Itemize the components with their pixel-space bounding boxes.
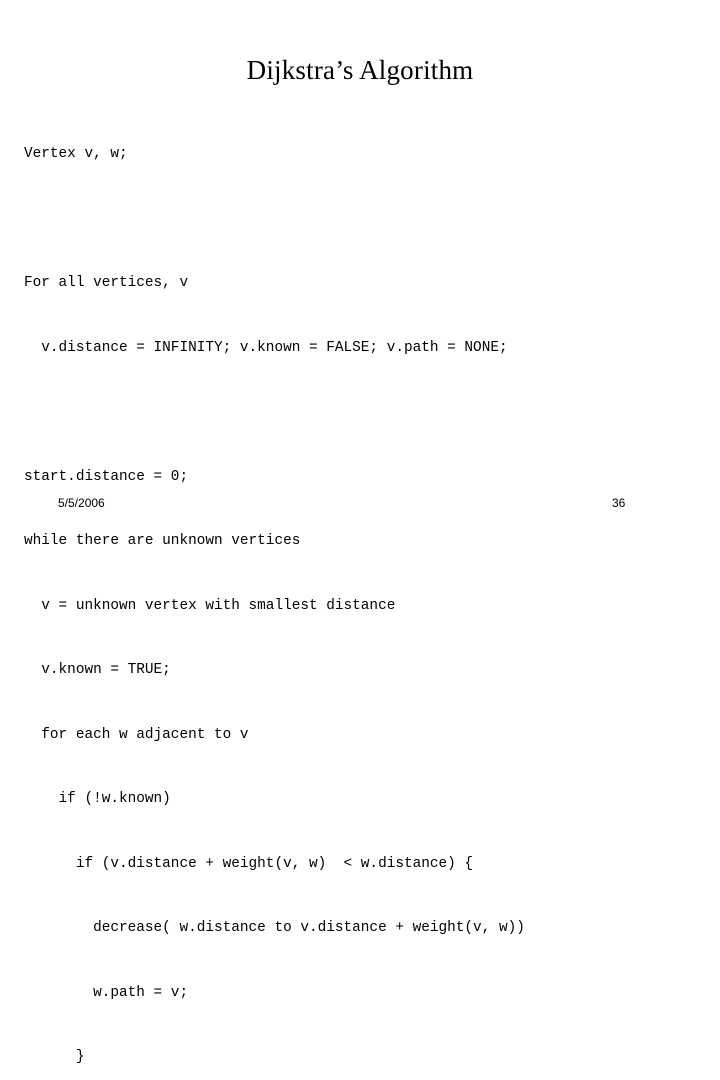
- code-line: Vertex v, w;: [24, 146, 128, 162]
- code-line: while there are unknown vertices: [24, 533, 301, 549]
- page-title: Dijkstra’s Algorithm: [246, 55, 474, 85]
- code-line: v.known = TRUE;: [24, 662, 171, 678]
- code-line: For all vertices, v: [24, 275, 189, 291]
- slide: Dijkstra’s Algorithm Vertex v, w; For al…: [0, 0, 720, 1065]
- code-line: start.distance = 0;: [24, 468, 189, 485]
- code-line: v = unknown vertex with smallest distanc…: [24, 597, 396, 614]
- footer-date: 5/5/2006: [58, 496, 105, 510]
- code-line: v.distance = INFINITY; v.known = FALSE; …: [24, 339, 508, 356]
- footer-page-number: 36: [612, 496, 626, 510]
- code-line: decrease( w.distance to v.distance + wei…: [24, 920, 525, 936]
- pseudocode-block: Vertex v, w; For all vertices, v v.dista…: [24, 101, 696, 1080]
- code-line: }: [24, 1049, 85, 1065]
- code-line: w.path = v;: [24, 984, 189, 1001]
- code-line: if (v.distance + weight(v, w) < w.distan…: [24, 855, 474, 872]
- code-line: if (!w.known): [24, 791, 171, 807]
- code-line: for each w adjacent to v: [24, 726, 249, 743]
